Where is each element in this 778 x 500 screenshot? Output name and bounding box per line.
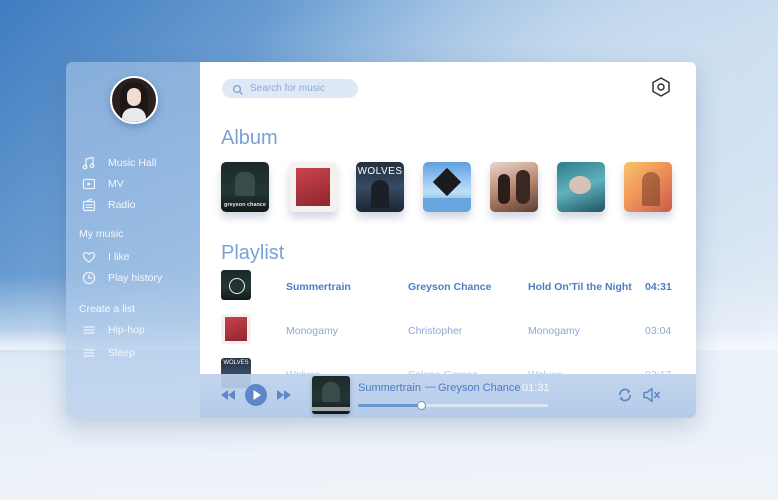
heart-icon	[82, 250, 96, 264]
settings-hexagon-icon	[652, 77, 670, 97]
now-playing-separator: —	[425, 381, 436, 393]
track-album: Hold On'Til the Night	[528, 281, 632, 293]
sidebar-item-label: MV	[108, 178, 124, 190]
album-cover[interactable]	[289, 162, 337, 212]
music-app-window: Music Hall MV Radio My music I like Play…	[66, 62, 696, 418]
track-duration: 03:04	[645, 325, 672, 337]
search-icon	[232, 83, 244, 95]
clock-icon	[82, 271, 96, 285]
track-title: Monogamy	[286, 325, 338, 337]
track-duration: 04:31	[645, 281, 672, 293]
repeat-button[interactable]	[616, 386, 634, 409]
now-playing-title: Summertrain	[358, 382, 421, 394]
sidebar-item-label: Play history	[108, 272, 163, 284]
mute-button[interactable]	[642, 386, 662, 409]
sidebar-item-hip-hop[interactable]: Hip-hop	[82, 323, 145, 337]
progress-handle[interactable]	[416, 401, 426, 410]
album-cover-text: greyson chance	[224, 202, 266, 208]
now-playing-cover[interactable]	[312, 376, 350, 414]
next-icon	[277, 390, 291, 400]
radio-icon	[82, 198, 96, 212]
sidebar: Music Hall MV Radio My music I like Play…	[66, 62, 200, 418]
album-cover[interactable]: WOLVES	[356, 162, 404, 212]
sidebar-item-label: Sleep	[108, 347, 135, 359]
sidebar-item-label: Music Hall	[108, 157, 157, 169]
playlist-row[interactable]: Summertrain Greyson Chance Hold On'Til t…	[221, 270, 681, 302]
sidebar-item-radio[interactable]: Radio	[82, 198, 135, 212]
playlist-row[interactable]: Monogamy Christopher Monogamy 03:04	[221, 314, 681, 346]
sidebar-item-label: Radio	[108, 199, 136, 211]
track-thumbnail	[221, 270, 251, 300]
video-icon	[82, 177, 96, 191]
search-bar[interactable]	[222, 79, 358, 98]
list-icon	[82, 346, 96, 360]
now-playing-artist: Greyson Chance	[438, 382, 521, 394]
play-button[interactable]	[244, 383, 268, 412]
track-album: Monogamy	[528, 325, 580, 337]
previous-icon	[221, 390, 235, 400]
album-cover[interactable]	[423, 162, 471, 212]
track-title: Summertrain	[286, 281, 351, 293]
album-cover[interactable]	[624, 162, 672, 212]
elapsed-time: 01:31	[522, 382, 550, 394]
progress-fill	[358, 404, 421, 407]
track-artist: Greyson Chance	[408, 281, 492, 293]
main-content: Album greyson chance WOLVES	[200, 62, 696, 418]
user-avatar[interactable]	[110, 76, 158, 124]
settings-button[interactable]	[650, 76, 672, 98]
album-cover[interactable]: greyson chance	[221, 162, 269, 212]
sidebar-item-music-hall[interactable]: Music Hall	[82, 156, 156, 170]
album-cover-text: WOLVES	[357, 166, 403, 177]
repeat-icon	[619, 388, 631, 402]
track-artist: Christopher	[408, 325, 463, 337]
sidebar-item-label: Hip-hop	[108, 324, 145, 336]
list-icon	[82, 323, 96, 337]
sidebar-item-i-like[interactable]: I like	[82, 250, 130, 264]
track-thumbnail	[221, 314, 251, 344]
music-note-icon	[82, 156, 96, 170]
player-bar: Summertrain — Greyson Chance 01:31	[200, 374, 696, 418]
play-icon	[245, 384, 267, 406]
album-heading: Album	[221, 127, 278, 149]
section-title-my-music: My music	[79, 228, 124, 240]
progress-bar[interactable]	[358, 401, 548, 410]
sidebar-item-sleep[interactable]: Sleep	[82, 346, 135, 360]
sidebar-item-mv[interactable]: MV	[82, 177, 124, 191]
playlist-heading: Playlist	[221, 242, 285, 264]
sidebar-item-play-history[interactable]: Play history	[82, 271, 162, 285]
search-input[interactable]	[250, 83, 350, 94]
previous-button[interactable]	[220, 388, 236, 407]
sidebar-item-label: I like	[108, 251, 130, 263]
volume-muted-icon	[643, 387, 661, 403]
next-button[interactable]	[276, 388, 292, 407]
album-cover[interactable]	[490, 162, 538, 212]
album-cover[interactable]	[557, 162, 605, 212]
section-title-create-list: Create a list	[79, 303, 136, 315]
